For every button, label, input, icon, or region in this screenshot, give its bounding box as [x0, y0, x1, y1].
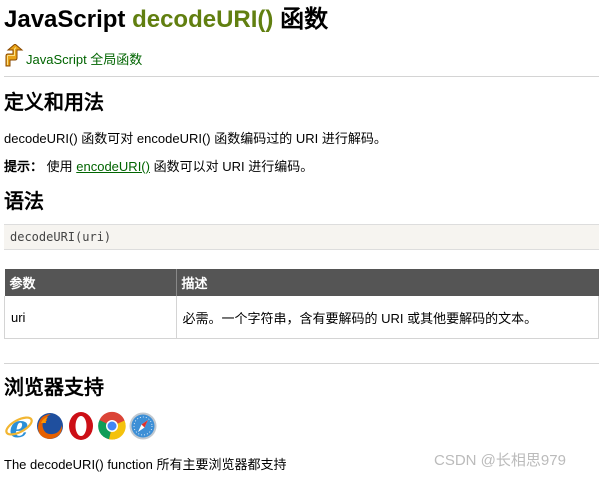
chrome-icon: [98, 411, 126, 440]
arrow-up-icon: [5, 44, 24, 67]
encodeuri-link[interactable]: encodeURI(): [76, 159, 150, 174]
parameters-table: 参数 描述 uri 必需。一个字符串，含有要解码的 URI 或其他要解码的文本。: [4, 269, 599, 339]
page-title: JavaScript decodeURI() 函数: [4, 5, 328, 35]
section-heading-browser-support: 浏览器支持: [4, 377, 104, 399]
table-cell-param: uri: [4, 296, 177, 339]
tip-text-after: 函数可以对 URI 进行编码。: [149, 159, 314, 174]
svg-text:e: e: [9, 411, 28, 441]
section-heading-definition: 定义和用法: [4, 92, 104, 114]
table-header-description: 描述: [175, 269, 599, 296]
opera-icon: [69, 411, 93, 440]
browser-icons: e: [4, 409, 159, 442]
page-title-function: decodeURI(): [132, 6, 274, 33]
syntax-code-block: decodeURI(uri): [4, 224, 599, 250]
browser-support-note: The decodeURI() function 所有主要浏览器都支持: [4, 457, 287, 472]
divider: [4, 363, 599, 364]
watermark: CSDN @长相思979: [434, 452, 566, 469]
table-cell-description: 必需。一个字符串，含有要解码的 URI 或其他要解码的文本。: [175, 296, 599, 339]
page: JavaScript decodeURI() 函数 JavaScript 全局函…: [0, 0, 599, 479]
divider: [4, 76, 599, 77]
page-title-prefix: JavaScript: [4, 6, 133, 33]
tip-label: 提示：: [4, 159, 44, 174]
ie-icon: e: [5, 411, 33, 441]
back-link-label: JavaScript 全局函数: [26, 52, 143, 67]
table-header-param: 参数: [4, 269, 176, 296]
back-to-global-functions-link[interactable]: JavaScript 全局函数: [4, 44, 142, 68]
tip-text-before: 使用: [46, 159, 77, 174]
table-header-row: 参数 描述: [4, 269, 599, 296]
section-heading-syntax: 语法: [4, 191, 44, 213]
safari-icon: [129, 412, 157, 439]
page-title-suffix: 函数: [273, 6, 329, 33]
firefox-icon: [37, 412, 63, 439]
table-row: uri 必需。一个字符串，含有要解码的 URI 或其他要解码的文本。: [4, 296, 599, 339]
tip-paragraph: 提示： 使用 encodeURI() 函数可以对 URI 进行编码。: [4, 158, 313, 176]
definition-description: decodeURI() 函数可对 encodeURI() 函数编码过的 URI …: [4, 131, 387, 146]
